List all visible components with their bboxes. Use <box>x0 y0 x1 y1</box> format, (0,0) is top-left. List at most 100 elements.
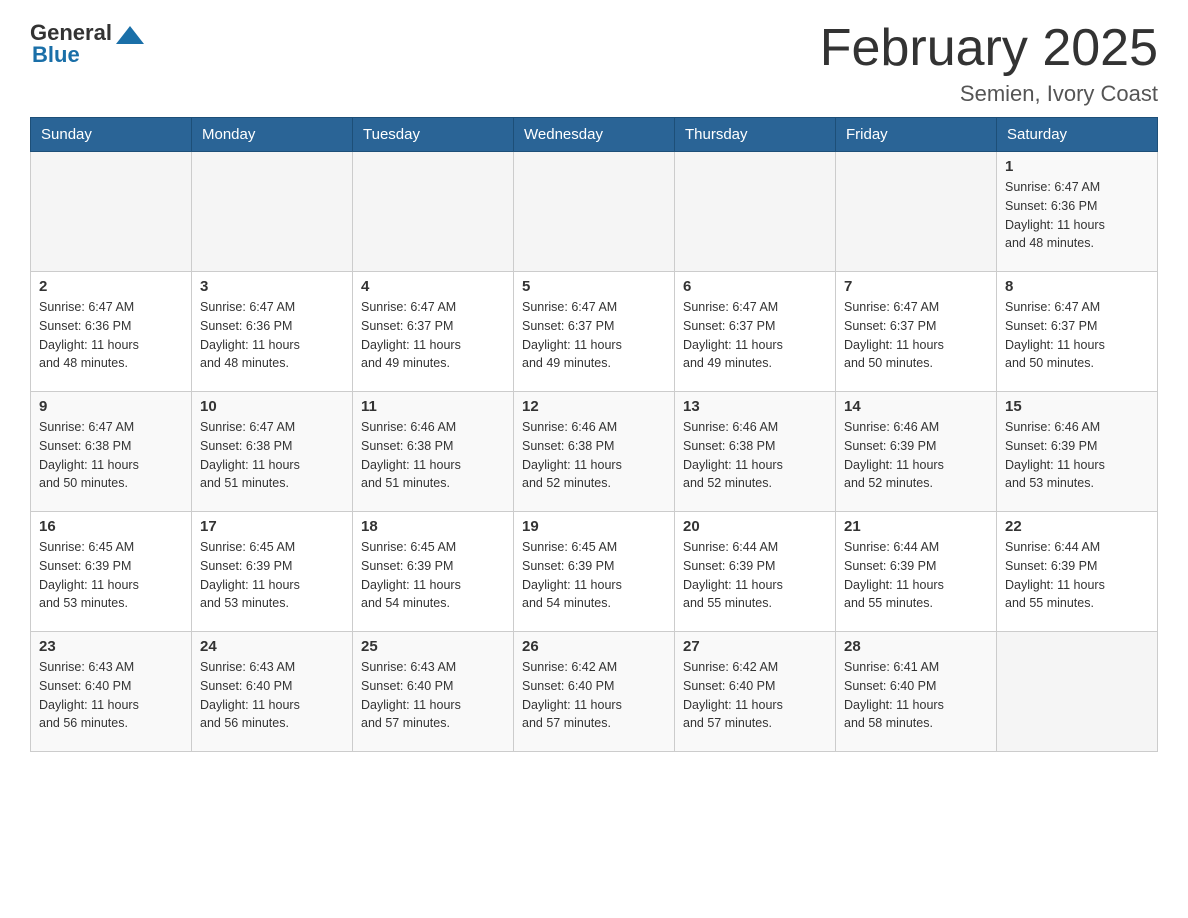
calendar-cell: 14 Sunrise: 6:46 AMSunset: 6:39 PMDayligh… <box>836 392 997 512</box>
day-info: Sunrise: 6:47 AMSunset: 6:36 PMDaylight:… <box>1005 178 1149 253</box>
day-number: 11 <box>361 398 505 415</box>
calendar-cell: 20 Sunrise: 6:44 AMSunset: 6:39 PMDayligh… <box>675 512 836 632</box>
day-info: Sunrise: 6:47 AMSunset: 6:37 PMDaylight:… <box>1005 298 1149 373</box>
calendar-header-row: SundayMondayTuesdayWednesdayThursdayFrid… <box>31 118 1158 152</box>
day-info: Sunrise: 6:47 AMSunset: 6:37 PMDaylight:… <box>522 298 666 373</box>
calendar-cell <box>353 152 514 272</box>
calendar-cell <box>192 152 353 272</box>
calendar-cell: 21 Sunrise: 6:44 AMSunset: 6:39 PMDayligh… <box>836 512 997 632</box>
day-info: Sunrise: 6:43 AMSunset: 6:40 PMDaylight:… <box>39 658 183 733</box>
calendar-week-5: 23 Sunrise: 6:43 AMSunset: 6:40 PMDayligh… <box>31 632 1158 752</box>
day-info: Sunrise: 6:47 AMSunset: 6:36 PMDaylight:… <box>39 298 183 373</box>
day-info: Sunrise: 6:45 AMSunset: 6:39 PMDaylight:… <box>200 538 344 613</box>
calendar-week-2: 2 Sunrise: 6:47 AMSunset: 6:36 PMDaylight… <box>31 272 1158 392</box>
calendar-cell: 9Sunrise: 6:47 AMSunset: 6:38 PMDaylight… <box>31 392 192 512</box>
day-number: 20 <box>683 518 827 535</box>
day-number: 14 <box>844 398 988 415</box>
day-number: 27 <box>683 638 827 655</box>
weekday-header-sunday: Sunday <box>31 118 192 152</box>
day-info: Sunrise: 6:47 AMSunset: 6:37 PMDaylight:… <box>844 298 988 373</box>
calendar-cell: 6 Sunrise: 6:47 AMSunset: 6:37 PMDaylight… <box>675 272 836 392</box>
calendar-cell: 27 Sunrise: 6:42 AMSunset: 6:40 PMDayligh… <box>675 632 836 752</box>
day-info: Sunrise: 6:47 AMSunset: 6:38 PMDaylight:… <box>200 418 344 493</box>
day-info: Sunrise: 6:47 AMSunset: 6:37 PMDaylight:… <box>361 298 505 373</box>
day-number: 1 <box>1005 158 1149 175</box>
calendar-cell <box>675 152 836 272</box>
calendar-cell: 16 Sunrise: 6:45 AMSunset: 6:39 PMDayligh… <box>31 512 192 632</box>
day-info: Sunrise: 6:45 AMSunset: 6:39 PMDaylight:… <box>522 538 666 613</box>
weekday-header-wednesday: Wednesday <box>514 118 675 152</box>
title-block: February 2025 Semien, Ivory Coast <box>820 20 1158 107</box>
calendar-cell: 18 Sunrise: 6:45 AMSunset: 6:39 PMDayligh… <box>353 512 514 632</box>
calendar-cell: 8 Sunrise: 6:47 AMSunset: 6:37 PMDaylight… <box>997 272 1158 392</box>
day-info: Sunrise: 6:46 AMSunset: 6:39 PMDaylight:… <box>844 418 988 493</box>
day-number: 4 <box>361 278 505 295</box>
calendar-cell: 7 Sunrise: 6:47 AMSunset: 6:37 PMDaylight… <box>836 272 997 392</box>
day-number: 13 <box>683 398 827 415</box>
day-info: Sunrise: 6:42 AMSunset: 6:40 PMDaylight:… <box>683 658 827 733</box>
day-info: Sunrise: 6:43 AMSunset: 6:40 PMDaylight:… <box>361 658 505 733</box>
calendar-cell: 17 Sunrise: 6:45 AMSunset: 6:39 PMDayligh… <box>192 512 353 632</box>
day-number: 18 <box>361 518 505 535</box>
month-title: February 2025 <box>820 20 1158 77</box>
calendar-cell <box>836 152 997 272</box>
calendar-cell <box>997 632 1158 752</box>
day-info: Sunrise: 6:44 AMSunset: 6:39 PMDaylight:… <box>1005 538 1149 613</box>
page-header: General Blue February 2025 Semien, Ivory… <box>30 20 1158 107</box>
day-info: Sunrise: 6:46 AMSunset: 6:38 PMDaylight:… <box>522 418 666 493</box>
weekday-header-friday: Friday <box>836 118 997 152</box>
calendar-cell: 10Sunrise: 6:47 AMSunset: 6:38 PMDayligh… <box>192 392 353 512</box>
day-number: 16 <box>39 518 183 535</box>
logo-triangle-icon <box>116 26 144 44</box>
calendar-cell: 28 Sunrise: 6:41 AMSunset: 6:40 PMDayligh… <box>836 632 997 752</box>
calendar-cell: 12Sunrise: 6:46 AMSunset: 6:38 PMDayligh… <box>514 392 675 512</box>
day-info: Sunrise: 6:44 AMSunset: 6:39 PMDaylight:… <box>683 538 827 613</box>
day-info: Sunrise: 6:43 AMSunset: 6:40 PMDaylight:… <box>200 658 344 733</box>
logo-blue-text: Blue <box>32 42 80 68</box>
calendar-table: SundayMondayTuesdayWednesdayThursdayFrid… <box>30 117 1158 752</box>
day-number: 5 <box>522 278 666 295</box>
day-number: 9 <box>39 398 183 415</box>
calendar-week-1: 1 Sunrise: 6:47 AMSunset: 6:36 PMDaylight… <box>31 152 1158 272</box>
calendar-cell: 19Sunrise: 6:45 AMSunset: 6:39 PMDayligh… <box>514 512 675 632</box>
day-info: Sunrise: 6:46 AMSunset: 6:39 PMDaylight:… <box>1005 418 1149 493</box>
calendar-cell: 13Sunrise: 6:46 AMSunset: 6:38 PMDayligh… <box>675 392 836 512</box>
day-info: Sunrise: 6:46 AMSunset: 6:38 PMDaylight:… <box>361 418 505 493</box>
calendar-cell: 24 Sunrise: 6:43 AMSunset: 6:40 PMDayligh… <box>192 632 353 752</box>
day-number: 8 <box>1005 278 1149 295</box>
calendar-cell: 5 Sunrise: 6:47 AMSunset: 6:37 PMDaylight… <box>514 272 675 392</box>
weekday-header-tuesday: Tuesday <box>353 118 514 152</box>
day-info: Sunrise: 6:47 AMSunset: 6:37 PMDaylight:… <box>683 298 827 373</box>
day-number: 6 <box>683 278 827 295</box>
weekday-header-monday: Monday <box>192 118 353 152</box>
day-number: 7 <box>844 278 988 295</box>
day-number: 3 <box>200 278 344 295</box>
day-number: 17 <box>200 518 344 535</box>
location: Semien, Ivory Coast <box>820 81 1158 107</box>
calendar-cell: 3 Sunrise: 6:47 AMSunset: 6:36 PMDaylight… <box>192 272 353 392</box>
calendar-cell: 26 Sunrise: 6:42 AMSunset: 6:40 PMDayligh… <box>514 632 675 752</box>
day-info: Sunrise: 6:47 AMSunset: 6:36 PMDaylight:… <box>200 298 344 373</box>
calendar-cell: 4 Sunrise: 6:47 AMSunset: 6:37 PMDaylight… <box>353 272 514 392</box>
calendar-cell: 23 Sunrise: 6:43 AMSunset: 6:40 PMDayligh… <box>31 632 192 752</box>
day-number: 25 <box>361 638 505 655</box>
day-number: 24 <box>200 638 344 655</box>
calendar-cell: 11 Sunrise: 6:46 AMSunset: 6:38 PMDayligh… <box>353 392 514 512</box>
logo: General Blue <box>30 20 148 68</box>
calendar-cell: 1 Sunrise: 6:47 AMSunset: 6:36 PMDaylight… <box>997 152 1158 272</box>
day-number: 21 <box>844 518 988 535</box>
day-number: 28 <box>844 638 988 655</box>
calendar-cell: 15Sunrise: 6:46 AMSunset: 6:39 PMDayligh… <box>997 392 1158 512</box>
weekday-header-thursday: Thursday <box>675 118 836 152</box>
day-number: 26 <box>522 638 666 655</box>
day-info: Sunrise: 6:44 AMSunset: 6:39 PMDaylight:… <box>844 538 988 613</box>
calendar-cell <box>514 152 675 272</box>
day-number: 23 <box>39 638 183 655</box>
day-info: Sunrise: 6:42 AMSunset: 6:40 PMDaylight:… <box>522 658 666 733</box>
calendar-cell: 2 Sunrise: 6:47 AMSunset: 6:36 PMDaylight… <box>31 272 192 392</box>
day-number: 2 <box>39 278 183 295</box>
day-info: Sunrise: 6:45 AMSunset: 6:39 PMDaylight:… <box>361 538 505 613</box>
day-info: Sunrise: 6:41 AMSunset: 6:40 PMDaylight:… <box>844 658 988 733</box>
calendar-cell <box>31 152 192 272</box>
day-info: Sunrise: 6:45 AMSunset: 6:39 PMDaylight:… <box>39 538 183 613</box>
